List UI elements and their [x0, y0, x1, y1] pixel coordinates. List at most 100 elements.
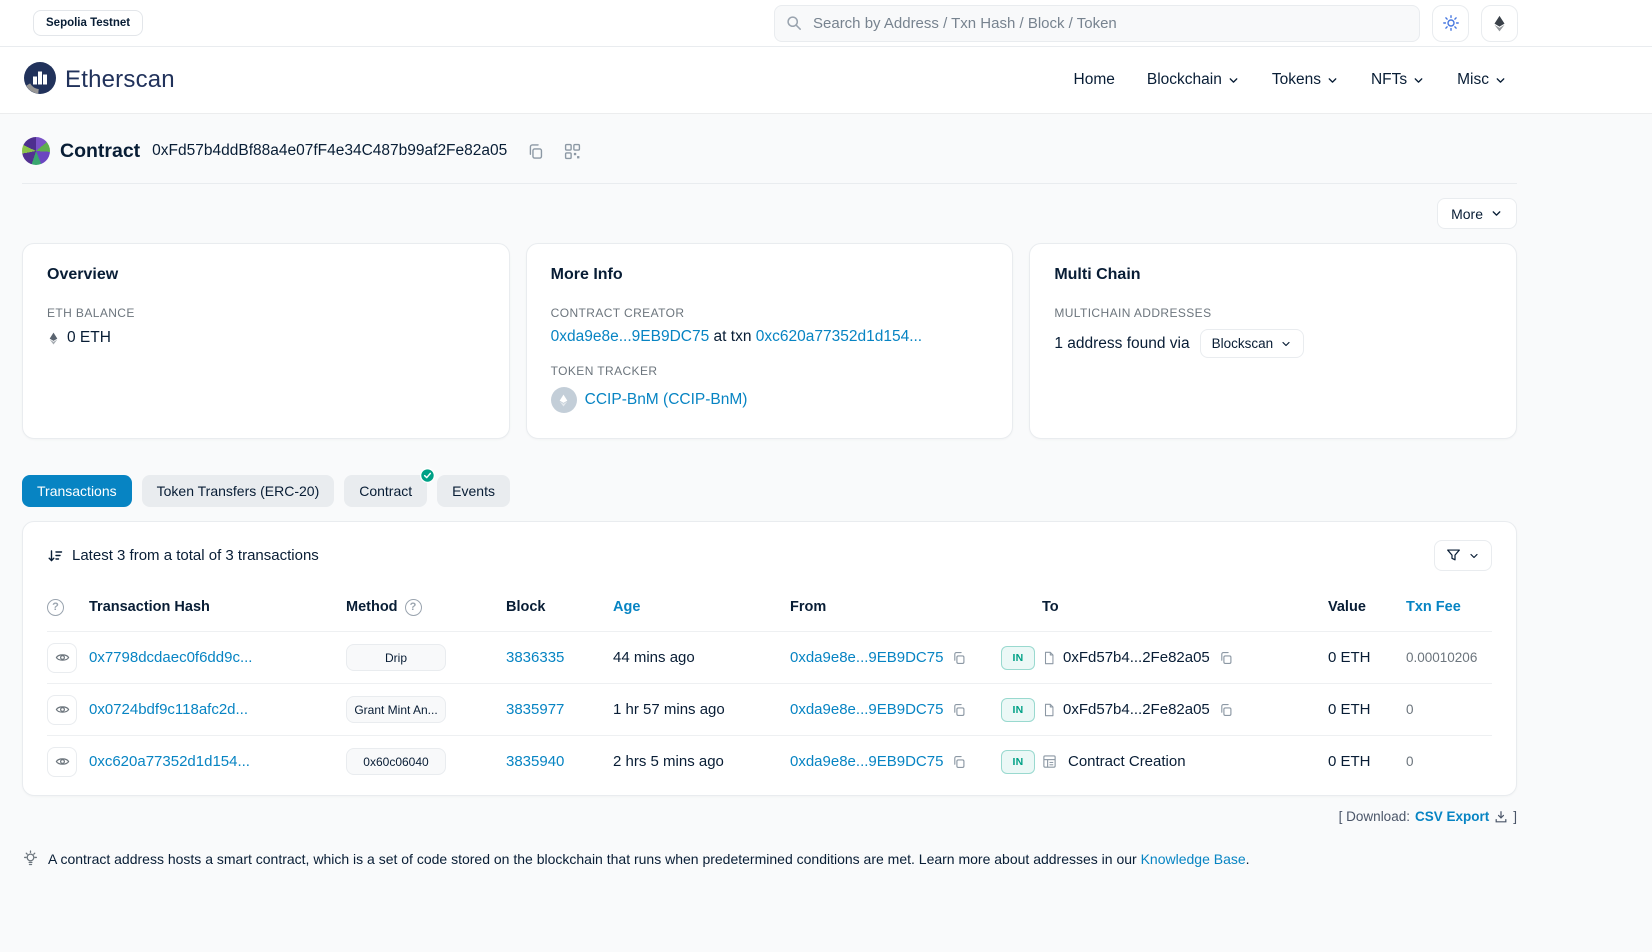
search-input[interactable]	[774, 5, 1420, 42]
blockscan-dropdown[interactable]: Blockscan	[1200, 329, 1305, 358]
tab-label: Token Transfers (ERC-20)	[157, 483, 320, 499]
at-txn-text: at txn	[714, 328, 752, 345]
col-header-value: Value	[1328, 599, 1406, 615]
qr-code-icon[interactable]	[564, 143, 581, 160]
direction-badge: IN	[1001, 698, 1035, 722]
filter-button[interactable]	[1434, 540, 1492, 571]
network-switch-button[interactable]	[1481, 5, 1518, 42]
nav-item-tokens[interactable]: Tokens	[1272, 71, 1339, 89]
fee-cell: 0	[1406, 754, 1492, 769]
block-link[interactable]: 3835977	[506, 701, 564, 718]
copy-icon[interactable]	[1219, 651, 1233, 665]
col-header-fee[interactable]: Txn Fee	[1406, 599, 1461, 615]
theme-toggle-button[interactable]	[1432, 5, 1469, 42]
chevron-down-icon	[1280, 338, 1292, 350]
sun-icon	[1443, 15, 1459, 31]
age-cell: 44 mins ago	[613, 649, 790, 666]
etherscan-logo[interactable]: Etherscan	[24, 62, 175, 99]
nav-label: Tokens	[1272, 71, 1321, 89]
eye-preview-button[interactable]	[47, 695, 77, 725]
more-dropdown-button[interactable]: More	[1437, 198, 1517, 229]
search-icon	[786, 15, 802, 31]
note-suffix: .	[1246, 851, 1250, 867]
download-suffix: ]	[1513, 809, 1517, 824]
blockscan-dropdown-label: Blockscan	[1212, 336, 1274, 351]
tab-transactions[interactable]: Transactions	[22, 475, 132, 507]
direction-badge: IN	[1001, 646, 1035, 670]
note-text: A contract address hosts a smart contrac…	[48, 851, 1137, 867]
creation-txn-link[interactable]: 0xc620a77352d1d154...	[756, 328, 922, 345]
funnel-icon	[1446, 548, 1461, 563]
more-info-card: More Info CONTRACT CREATOR 0xda9e8e...9E…	[526, 243, 1014, 439]
csv-export-link[interactable]: CSV Export	[1415, 809, 1489, 824]
address-avatar	[22, 137, 50, 165]
nav-item-home[interactable]: Home	[1074, 71, 1115, 89]
to-address: 0xFd57b4...2Fe82a05	[1063, 649, 1210, 666]
top-bar: Sepolia Testnet	[0, 0, 1652, 47]
nav-item-nfts[interactable]: NFTs	[1371, 71, 1425, 89]
tab-bar: Transactions Token Transfers (ERC-20) Co…	[22, 475, 1517, 507]
copy-icon[interactable]	[952, 755, 966, 769]
tab-contract[interactable]: Contract	[344, 475, 427, 507]
eth-diamond-icon	[47, 332, 60, 345]
creator-address-link[interactable]: 0xda9e8e...9EB9DC75	[551, 328, 710, 345]
from-address-link[interactable]: 0xda9e8e...9EB9DC75	[790, 753, 943, 770]
tab-events[interactable]: Events	[437, 475, 510, 507]
token-tracker-link[interactable]: CCIP-BnM (CCIP-BnM)	[585, 391, 748, 409]
table-row: 0xc620a77352d1d154... 0x60c06040 3835940…	[47, 735, 1492, 787]
fee-cell: 0.00010206	[1406, 650, 1492, 665]
nav-label: Misc	[1457, 71, 1489, 89]
multichain-found-text: 1 address found via	[1054, 335, 1189, 353]
from-address-link[interactable]: 0xda9e8e...9EB9DC75	[790, 649, 943, 666]
topbar-actions	[1432, 5, 1518, 42]
age-cell: 2 hrs 5 mins ago	[613, 753, 790, 770]
more-button-label: More	[1451, 206, 1483, 222]
txn-hash-link[interactable]: 0x0724bdf9c118afc2d...	[89, 701, 248, 718]
overview-card-title: Overview	[47, 266, 485, 284]
tab-token-transfers[interactable]: Token Transfers (ERC-20)	[142, 475, 335, 507]
contract-creation-icon	[1042, 754, 1057, 769]
value-cell: 0 ETH	[1328, 649, 1406, 666]
network-badge-button[interactable]: Sepolia Testnet	[33, 10, 143, 36]
txn-hash-link[interactable]: 0xc620a77352d1d154...	[89, 753, 250, 770]
from-address-link[interactable]: 0xda9e8e...9EB9DC75	[790, 701, 943, 718]
direction-badge: IN	[1001, 750, 1035, 774]
multichain-card: Multi Chain MULTICHAIN ADDRESSES 1 addre…	[1029, 243, 1517, 439]
nav-label: Home	[1074, 71, 1115, 89]
nav-item-blockchain[interactable]: Blockchain	[1147, 71, 1240, 89]
help-icon[interactable]: ?	[405, 599, 422, 616]
copy-icon[interactable]	[952, 651, 966, 665]
method-badge: 0x60c06040	[346, 748, 446, 775]
col-header-age[interactable]: Age	[613, 599, 640, 615]
block-link[interactable]: 3836335	[506, 649, 564, 666]
contract-info-note: A contract address hosts a smart contrac…	[22, 850, 1517, 867]
table-row: 0x0724bdf9c118afc2d... Grant Mint An... …	[47, 683, 1492, 735]
verified-check-icon	[420, 468, 435, 483]
txn-hash-link[interactable]: 0x7798dcdaec0f6dd9c...	[89, 649, 252, 666]
table-header-row: ? Transaction Hash Method ? Block Age Fr…	[47, 583, 1492, 631]
download-icon	[1494, 810, 1508, 824]
nav-label: Blockchain	[1147, 71, 1222, 89]
etherscan-logo-icon	[24, 62, 56, 99]
chevron-down-icon	[1490, 207, 1503, 220]
multichain-addresses-label: MULTICHAIN ADDRESSES	[1054, 306, 1492, 320]
brand-name: Etherscan	[65, 66, 175, 94]
block-link[interactable]: 3835940	[506, 753, 564, 770]
chevron-down-icon	[1227, 74, 1240, 87]
help-icon[interactable]: ?	[47, 599, 64, 616]
eye-preview-button[interactable]	[47, 747, 77, 777]
copy-icon[interactable]	[1219, 703, 1233, 717]
col-header-from: From	[790, 599, 1001, 615]
copy-icon[interactable]	[952, 703, 966, 717]
value-cell: 0 ETH	[1328, 753, 1406, 770]
tab-label: Events	[452, 483, 495, 499]
col-header-block: Block	[506, 599, 613, 615]
eye-preview-button[interactable]	[47, 643, 77, 673]
tab-label: Contract	[359, 483, 412, 499]
copy-address-icon[interactable]	[527, 143, 544, 160]
fee-cell: 0	[1406, 702, 1492, 717]
nav-item-misc[interactable]: Misc	[1457, 71, 1507, 89]
knowledge-base-link[interactable]: Knowledge Base	[1141, 851, 1246, 867]
nav-label: NFTs	[1371, 71, 1407, 89]
method-badge: Drip	[346, 644, 446, 671]
